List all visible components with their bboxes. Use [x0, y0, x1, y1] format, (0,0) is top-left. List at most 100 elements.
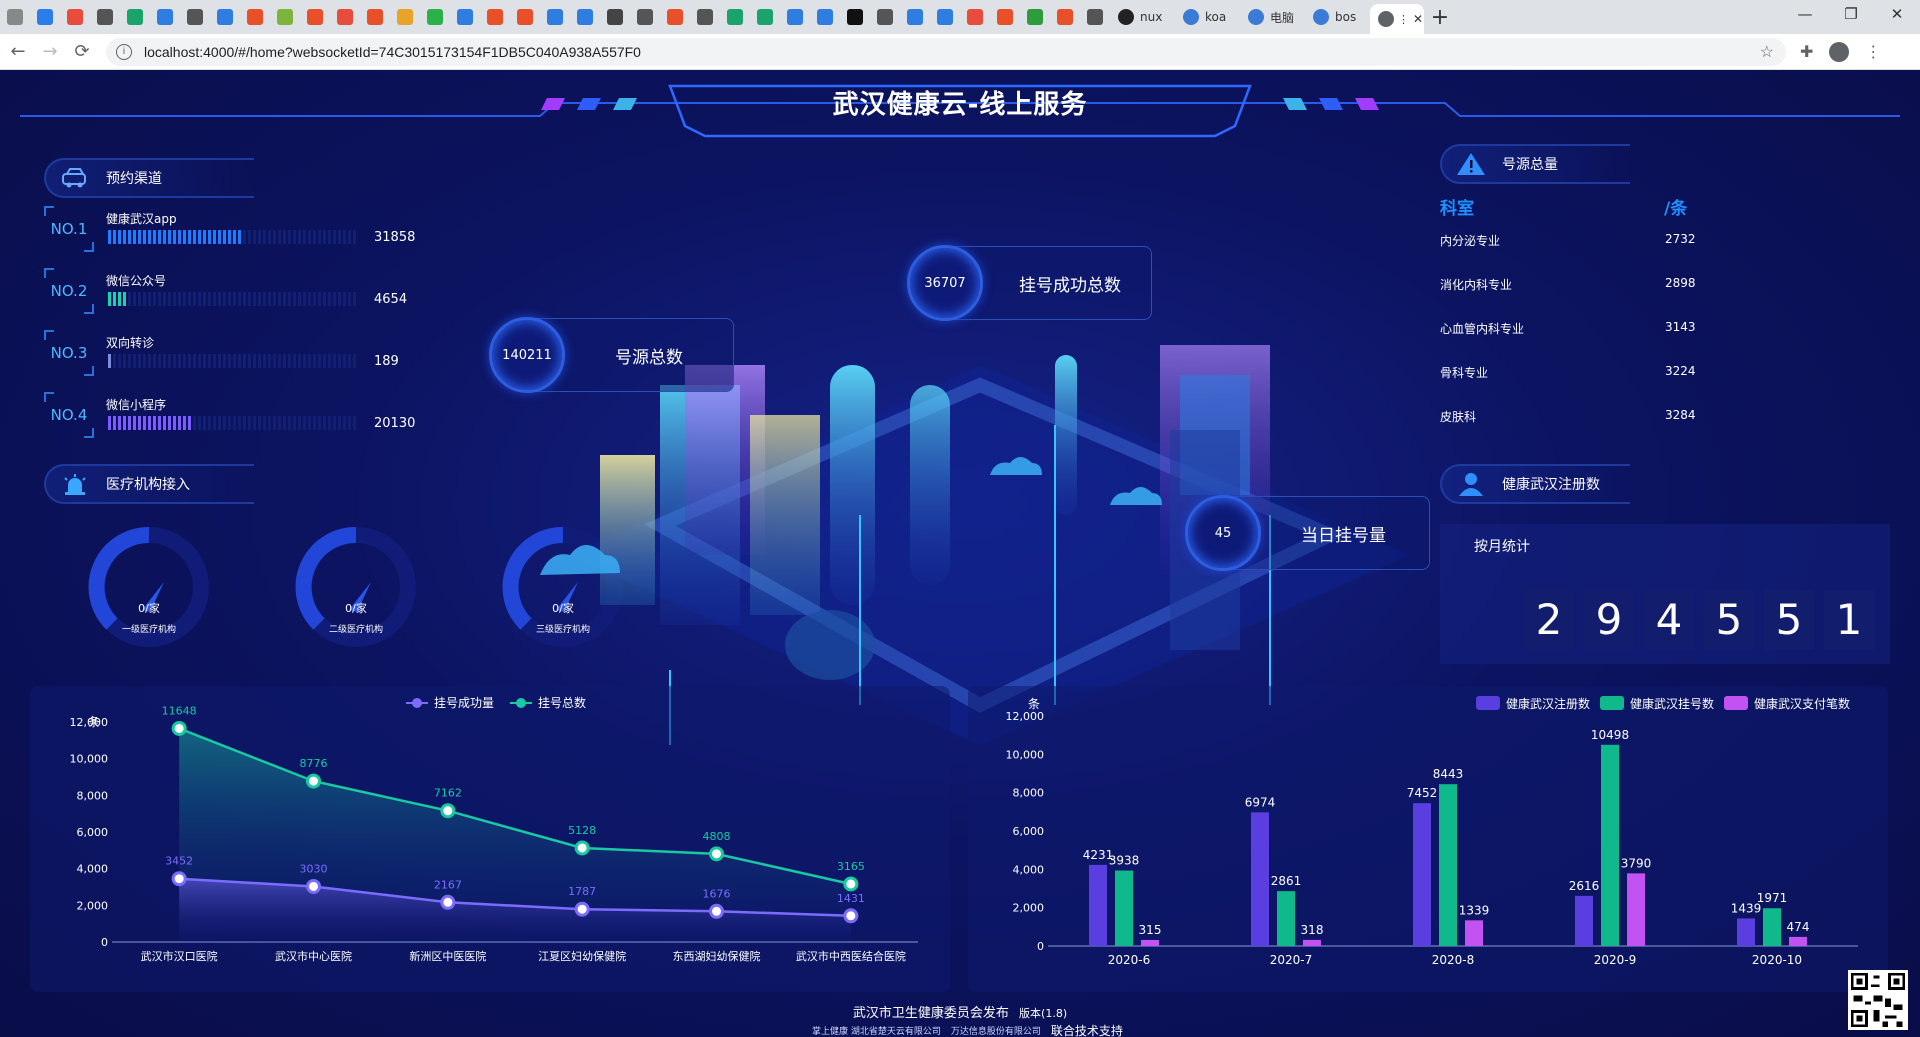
y-tick-label: 10,000 [70, 753, 109, 766]
pinned-tab[interactable] [180, 0, 210, 34]
pinned-tab[interactable] [1080, 0, 1110, 34]
new-tab-button[interactable]: + [1424, 5, 1456, 30]
info-icon[interactable]: i [116, 43, 132, 60]
pinned-tab[interactable] [1020, 0, 1050, 34]
legend-label[interactable]: 挂号成功量 [434, 696, 494, 710]
tab-nux[interactable]: nux [1110, 0, 1175, 34]
data-point[interactable] [843, 908, 859, 924]
reload-button[interactable]: ⟳ [68, 41, 96, 62]
pinned-tab[interactable] [270, 0, 300, 34]
pinned-tab[interactable] [390, 0, 420, 34]
extensions-icon[interactable]: ✚ [1800, 42, 1813, 62]
legend-label[interactable]: 健康武汉挂号数 [1630, 696, 1714, 711]
pinned-tab[interactable] [750, 0, 780, 34]
menu-icon[interactable]: ⋮ [1865, 42, 1881, 62]
pinned-tab[interactable] [900, 0, 930, 34]
pinned-tab[interactable] [960, 0, 990, 34]
bar[interactable] [1089, 864, 1107, 946]
section-title: 预约渠道 [106, 171, 162, 187]
rank-number: NO.3 [44, 330, 94, 376]
pinned-tab[interactable] [690, 0, 720, 34]
pinned-tab[interactable] [480, 0, 510, 34]
bar[interactable] [1737, 918, 1755, 946]
bar[interactable] [1465, 920, 1483, 946]
pinned-tab[interactable] [150, 0, 180, 34]
forward-button[interactable]: → [36, 41, 64, 62]
pinned-tab[interactable] [210, 0, 240, 34]
bar[interactable] [1575, 895, 1593, 946]
bookmark-star-icon[interactable]: ☆ [1760, 42, 1774, 62]
data-point[interactable] [709, 903, 724, 919]
pinned-tab[interactable] [720, 0, 750, 34]
pinned-tab[interactable] [90, 0, 120, 34]
maximize-button[interactable]: ❐ [1828, 0, 1874, 30]
tab-koa[interactable]: koa [1175, 0, 1240, 34]
pinned-tab[interactable] [990, 0, 1020, 34]
data-point[interactable] [574, 901, 590, 917]
pinned-tab[interactable] [510, 0, 540, 34]
legend-label[interactable]: 挂号总数 [538, 695, 586, 710]
pinned-tab[interactable] [930, 0, 960, 34]
bar[interactable] [1413, 803, 1431, 946]
pinned-tab[interactable] [780, 0, 810, 34]
legend-label[interactable]: 健康武汉支付笔数 [1754, 696, 1850, 711]
data-label: 4808 [703, 830, 731, 843]
close-tab-icon[interactable]: ✕ [1413, 12, 1423, 26]
bar[interactable] [1277, 891, 1295, 946]
bar[interactable] [1141, 939, 1159, 946]
close-window-button[interactable]: ✕ [1874, 0, 1920, 30]
profile-avatar[interactable] [1829, 41, 1850, 62]
pinned-tab[interactable] [120, 0, 150, 34]
pinned-tab[interactable] [330, 0, 360, 34]
pinned-tab[interactable] [450, 0, 480, 34]
pinned-tab[interactable] [840, 0, 870, 34]
legend-label[interactable]: 健康武汉注册数 [1506, 696, 1590, 711]
pinned-tab[interactable] [60, 0, 90, 34]
tab-computer[interactable]: 电脑 [1240, 0, 1305, 34]
pinned-tab[interactable] [570, 0, 600, 34]
tab-label: nux [1140, 10, 1163, 24]
dept-row: 消化内科专业 2898 [1440, 276, 1710, 296]
pinned-tab[interactable] [600, 0, 630, 34]
bar[interactable] [1115, 870, 1133, 946]
site-favicon-icon [307, 9, 323, 25]
data-point[interactable] [306, 773, 321, 789]
monthly-label: 按月统计 [1474, 539, 1530, 555]
pinned-tab[interactable] [810, 0, 840, 34]
bar[interactable] [1439, 784, 1457, 946]
bar[interactable] [1627, 873, 1645, 946]
data-point[interactable] [574, 840, 590, 856]
pinned-tab[interactable] [1050, 0, 1080, 34]
pinned-tab[interactable] [630, 0, 660, 34]
bar[interactable] [1789, 936, 1807, 946]
pinned-tab[interactable] [540, 0, 570, 34]
digit: 5 [1704, 590, 1754, 650]
data-point[interactable] [171, 720, 187, 736]
data-point[interactable] [709, 846, 724, 862]
pinned-tab[interactable] [870, 0, 900, 34]
pinned-tab[interactable] [300, 0, 330, 34]
pinned-tab[interactable] [660, 0, 690, 34]
tab-bos[interactable]: bos [1305, 0, 1370, 34]
tab-active[interactable]: ⋮ ✕ [1370, 4, 1424, 34]
channel-label: 双向转诊 [106, 336, 155, 350]
data-point[interactable] [440, 803, 456, 819]
data-point[interactable] [171, 871, 187, 887]
minimize-button[interactable]: — [1782, 0, 1828, 30]
site-favicon-icon [577, 9, 593, 25]
pinned-tab[interactable] [420, 0, 450, 34]
data-point[interactable] [843, 876, 859, 892]
pinned-tab[interactable] [360, 0, 390, 34]
bar[interactable] [1601, 744, 1619, 946]
pinned-tab[interactable] [240, 0, 270, 34]
address-bar[interactable]: i localhost:4000/#/home?websocketId=74C3… [106, 37, 1786, 66]
bar[interactable] [1763, 908, 1781, 946]
pinned-tab[interactable] [0, 0, 30, 34]
pinned-tab[interactable] [30, 0, 60, 34]
bar[interactable] [1251, 812, 1269, 946]
x-tick-label: 东西湖妇幼保健院 [673, 949, 761, 963]
bar[interactable] [1303, 939, 1321, 946]
data-point[interactable] [440, 894, 456, 910]
data-point[interactable] [306, 878, 321, 894]
back-button[interactable]: ← [4, 41, 32, 62]
